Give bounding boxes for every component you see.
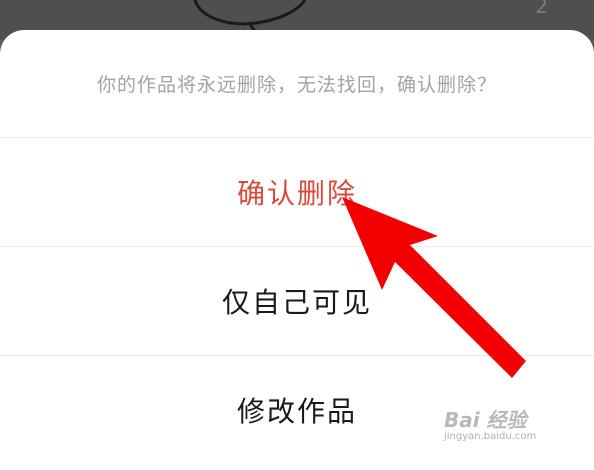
watermark-brand: Bai 经验 xyxy=(444,408,527,432)
only-me-visible-button[interactable]: 仅自己可见 xyxy=(0,247,594,355)
delete-confirm-message: 你的作品将永远删除，无法找回，确认删除？ xyxy=(96,74,497,96)
baidu-jingyan-watermark: Bai 经验 jingyan.baidu.com xyxy=(444,404,564,444)
page-number: 2 xyxy=(535,0,548,18)
watermark-url: jingyan.baidu.com xyxy=(444,431,537,442)
confirm-delete-button[interactable]: 确认删除 xyxy=(0,138,594,246)
